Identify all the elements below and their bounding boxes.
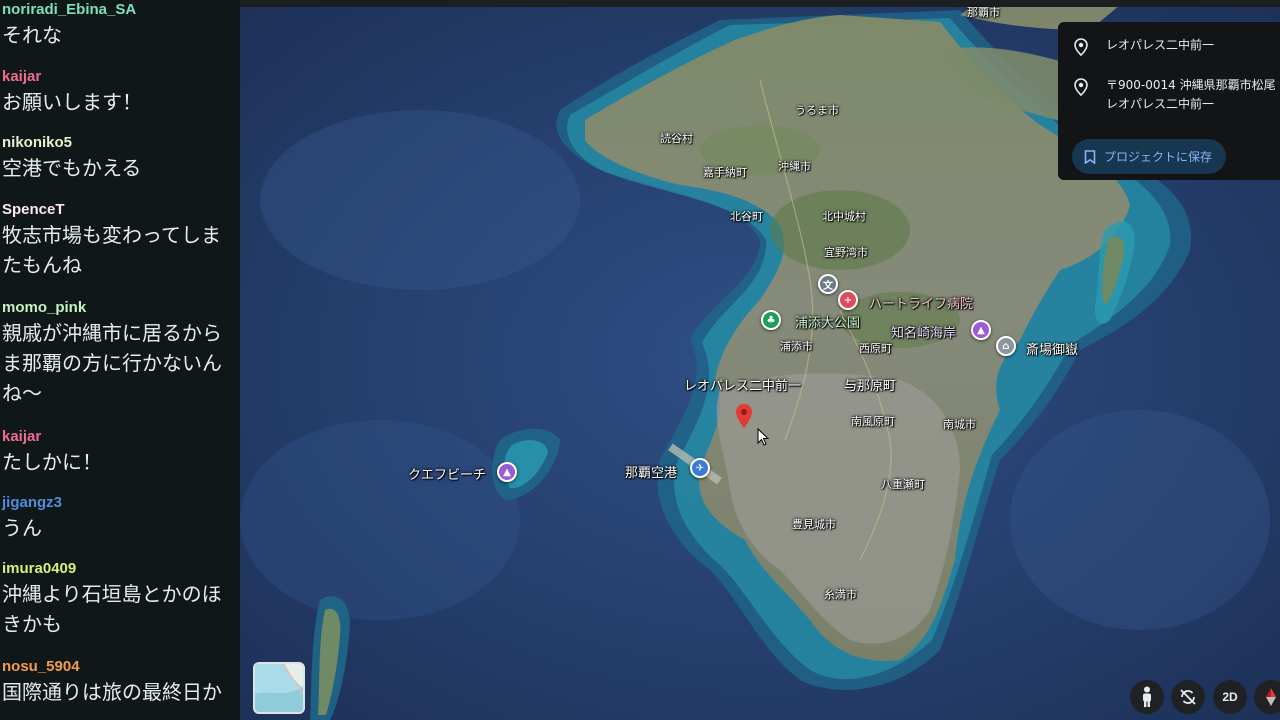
selected-place-label[interactable]: レオパレス二中前一 — [684, 375, 801, 394]
toggle-2d-button[interactable]: 2D — [1213, 680, 1247, 714]
chat-message-line: たもんね — [2, 253, 82, 277]
chat-message-line: 国際通りは旅の最終日か — [2, 680, 222, 704]
map-view[interactable]: 那覇市 うるま市 読谷村 沖縄市 嘉手納町 北谷町 北中城村 宜野湾市 浦添市 … — [240, 0, 1280, 720]
map-label-okinawa-city: 沖縄市 — [778, 160, 811, 173]
map-label-yaese: 八重瀬町 — [881, 478, 925, 491]
chat-message: SpenceT 牧志市場も変わってしま たもんね — [0, 200, 221, 280]
map-label-kitanakagusuku: 北中城村 — [822, 210, 866, 223]
map-label-ginowan: 宜野湾市 — [824, 246, 868, 259]
chat-username[interactable]: SpenceT — [2, 200, 221, 220]
chat-message-text: 国際通りは旅の最終日か — [2, 677, 222, 707]
map-label-nishihara: 西原町 — [859, 342, 892, 355]
chat-message: kaijar たしかに！ — [0, 427, 102, 477]
location-pin-icon[interactable] — [736, 404, 752, 428]
chat-username[interactable]: momo_pink — [2, 298, 222, 318]
chat-message: kaijar お願いします！ — [0, 67, 142, 117]
map-label-city: 那覇市 — [967, 6, 1000, 19]
location-icon — [1074, 38, 1088, 56]
chat-message-text: 親戚が沖縄市に居るから ま那覇の方に行かないん ね～ — [2, 318, 222, 408]
chat-message: imura0409 沖縄より石垣島とかのほ きかも — [0, 559, 222, 639]
chat-username[interactable]: nosu_5904 — [2, 657, 222, 677]
chat-username[interactable]: noriradi_Ebina_SA — [2, 0, 136, 20]
kuefu-poi-icon[interactable]: ▲ — [497, 462, 517, 482]
poi-label-park[interactable]: 浦添大公園 — [795, 312, 860, 331]
map-top-bar — [240, 0, 1280, 7]
map-layer-thumbnail-icon — [255, 664, 303, 712]
chat-message: momo_pink 親戚が沖縄市に居るから ま那覇の方に行かないん ね～ — [0, 298, 222, 408]
chat-username[interactable]: nikoniko5 — [2, 133, 141, 153]
map-label-tomigusuku: 豊見城市 — [792, 518, 836, 531]
save-to-project-label: プロジェクトに保存 — [1104, 150, 1213, 164]
rotation-lock-button[interactable] — [1171, 680, 1205, 714]
chat-message: jigangz3 うん — [0, 493, 62, 543]
compass-icon — [1266, 688, 1276, 706]
chat-message-text: 空港でもかえる — [2, 153, 141, 183]
chat-message: nosu_5904 国際通りは旅の最終日か — [0, 657, 222, 707]
chat-message-text: お願いします！ — [2, 87, 142, 117]
poi-label-airport[interactable]: 那覇空港 — [625, 462, 677, 481]
address-line-2: レオパレス二中前一 — [1106, 97, 1215, 111]
chat-username[interactable]: imura0409 — [2, 559, 222, 579]
map-layer-toggle[interactable] — [253, 662, 305, 714]
address-text: 〒900-0014 沖縄県那覇市松尾 1 レオパレス二中前一 — [1106, 76, 1280, 114]
park-poi-icon[interactable]: ♣ — [761, 310, 781, 330]
map-label-itoman: 糸満市 — [824, 588, 857, 601]
street-view-button[interactable] — [1130, 680, 1164, 714]
chat-message-text: それな — [2, 20, 136, 50]
hospital-poi-icon[interactable]: + — [838, 290, 858, 310]
map-label-uruma: うるま市 — [795, 104, 839, 117]
chat-message-text: 沖縄より石垣島とかのほ きかも — [2, 579, 222, 639]
poi-label-hospital[interactable]: ハートライフ病院 — [869, 293, 973, 312]
chat-message-line: 沖縄より石垣島とかのほ — [2, 582, 222, 606]
compass-button[interactable] — [1254, 680, 1280, 714]
school-poi-icon[interactable]: 文 — [818, 274, 838, 294]
chat-message-text: うん — [2, 513, 62, 543]
chat-message: noriradi_Ebina_SA それな — [0, 0, 136, 50]
map-label-haebaru: 南風原町 — [851, 415, 895, 428]
poi-label-sefa[interactable]: 斎場御嶽 — [1026, 339, 1078, 358]
address-row: 〒900-0014 沖縄県那覇市松尾 1 レオパレス二中前一 — [1074, 76, 1280, 114]
chat-message-line: ね～ — [2, 381, 42, 405]
save-to-project-button[interactable]: プロジェクトに保存 — [1072, 139, 1226, 174]
place-info-panel: レオパレス二中前一 〒900-0014 沖縄県那覇市松尾 1 レオパレス二中前一… — [1058, 22, 1280, 180]
chat-panel: noriradi_Ebina_SA それな kaijar お願いします！ nikonik… — [0, 0, 240, 720]
chat-message: nikoniko5 空港でもかえる — [0, 133, 141, 183]
chat-message-text: たしかに！ — [2, 447, 102, 477]
map-label-yonabaru: 与那原町 — [844, 379, 897, 394]
shrine-poi-icon[interactable]: ⌂ — [996, 336, 1016, 356]
map-label-chatan: 北谷町 — [730, 210, 763, 223]
pegman-icon — [1143, 686, 1151, 707]
map-label-nanjo: 南城市 — [943, 418, 976, 431]
chat-message-line: うん — [2, 516, 42, 540]
place-name: レオパレス二中前一 — [1106, 38, 1215, 52]
chat-message-line: きかも — [2, 612, 62, 636]
beach-poi-icon[interactable]: ▲ — [971, 320, 991, 340]
map-label-kadena: 嘉手納町 — [703, 166, 747, 179]
rotation-off-icon — [1180, 689, 1196, 705]
chat-message-line: 空港でもかえる — [2, 156, 142, 180]
chat-username[interactable]: jigangz3 — [2, 493, 62, 513]
mouse-cursor-icon — [757, 428, 769, 446]
map-label-yomitan: 読谷村 — [660, 132, 693, 145]
chat-message-line: ま那覇の方に行かないん — [2, 351, 222, 375]
poi-label-kuefu[interactable]: クエフビーチ — [408, 464, 486, 483]
bookmark-icon — [1084, 149, 1096, 164]
chat-message-line: たしかに！ — [2, 450, 102, 474]
address-line-1: 〒900-0014 沖縄県那覇市松尾 1 — [1106, 78, 1280, 92]
airport-poi-icon[interactable]: ✈ — [690, 458, 710, 478]
chat-message-line: お願いします！ — [2, 90, 142, 114]
chat-message-line: 親戚が沖縄市に居るから — [2, 321, 222, 345]
poi-label-beach[interactable]: 知名崎海岸 — [891, 322, 956, 341]
address-location-icon — [1074, 78, 1088, 96]
place-name-row: レオパレス二中前一 — [1074, 36, 1214, 56]
chat-message-line: それな — [2, 23, 62, 47]
chat-message-text: 牧志市場も変わってしま たもんね — [2, 220, 221, 280]
chat-username[interactable]: kaijar — [2, 427, 102, 447]
chat-username[interactable]: kaijar — [2, 67, 142, 87]
map-label-urasoe: 浦添市 — [780, 340, 813, 353]
chat-message-line: 牧志市場も変わってしま — [2, 223, 221, 247]
